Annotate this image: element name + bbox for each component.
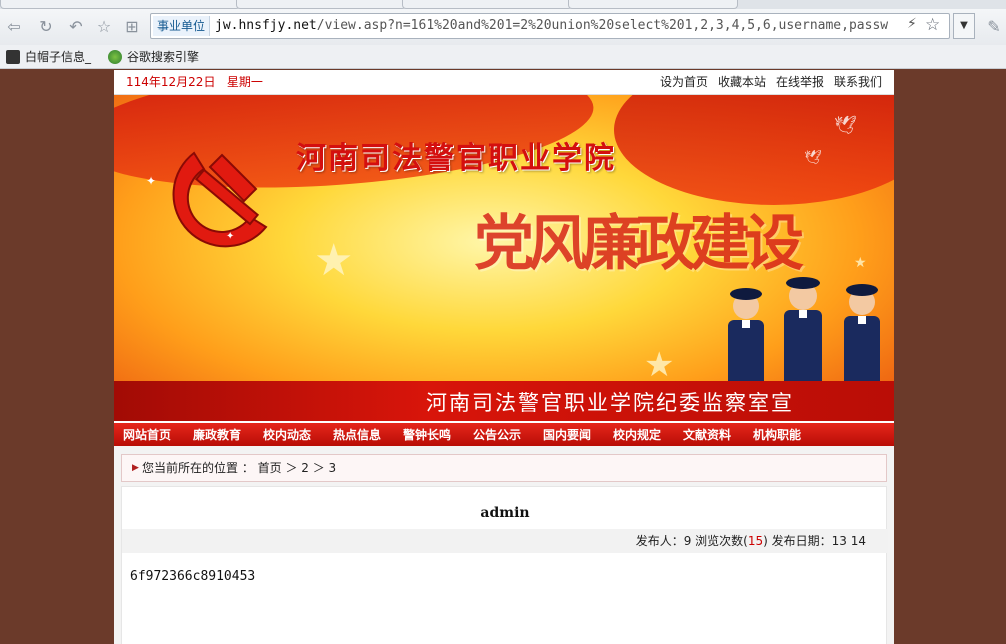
nav-item-documents[interactable]: 文献资料	[683, 426, 731, 443]
top-bar: 114年12月22日 星期一 设为首页 收藏本站 在线举报 联系我们	[114, 70, 894, 95]
nav-item-announcements[interactable]: 公告公示	[473, 426, 521, 443]
banner-slogan: 党风廉政建设	[474, 209, 804, 279]
apps-grid-icon[interactable]: ⊞	[122, 17, 142, 37]
bookmark-label: 白帽子信息_	[25, 50, 92, 64]
link-set-homepage[interactable]: 设为首页	[660, 75, 708, 89]
nav-item-campus-news[interactable]: 校内动态	[263, 426, 311, 443]
nav-item-warning[interactable]: 警钟长鸣	[403, 426, 451, 443]
top-links: 设为首页 收藏本站 在线举报 联系我们	[650, 70, 882, 95]
party-emblem-icon: ✦ ✦	[146, 151, 268, 248]
speed-mode-icon[interactable]: ⚡	[907, 16, 917, 32]
current-date: 114年12月22日 星期一	[126, 75, 263, 89]
bookmark-label: 谷歌搜索引擎	[127, 50, 200, 64]
star-decoration: 🕊	[804, 150, 822, 166]
school-title: 河南司法警官职业学院	[296, 141, 616, 176]
url-path: /view.asp?n=161%20and%201=2%20union%20se…	[316, 18, 889, 33]
svg-text:✦: ✦	[226, 231, 234, 242]
article-meta: 发布人：9 浏览次数(15) 发布日期：13 14	[122, 529, 888, 553]
browser-tab[interactable]	[236, 0, 406, 9]
link-add-favorite[interactable]: 收藏本站	[718, 75, 766, 89]
undo-icon[interactable]: ↶	[66, 17, 86, 37]
address-bar[interactable]: 事业单位 jw.hnsfjy.net/view.asp?n=161%20and%…	[150, 13, 950, 39]
site-category-chip[interactable]: 事业单位	[153, 16, 211, 36]
url-host: jw.hnsfjy.net	[215, 18, 317, 33]
web-page: 114年12月22日 星期一 设为首页 收藏本站 在线举报 联系我们 ✦ ✦ ★ ★ …	[114, 70, 894, 644]
view-count: 15	[747, 534, 764, 548]
star-decoration: ★	[854, 255, 867, 271]
main-navigation: 网站首页 廉政教育 校内动态 热点信息 警钟长鸣 公告公示 国内要闻 校内规定 …	[114, 421, 894, 446]
banner-bottom-text: 河南司法警官职业学院纪委监察室宣	[426, 391, 794, 415]
nav-item-campus-rules[interactable]: 校内规定	[613, 426, 661, 443]
browser-toolbar: ⇦ ↻ ↶ ☆ ⊞ 事业单位 jw.hnsfjy.net/view.asp?n=…	[0, 9, 1006, 45]
browser-tab-strip	[0, 0, 1006, 9]
meta-author: 发布人：9 浏览次数(	[635, 534, 748, 548]
favorite-icon[interactable]: ☆	[94, 17, 114, 37]
tools-wrench-icon[interactable]: ✎	[984, 17, 1004, 37]
article-panel: admin 发布人：9 浏览次数(15) 发布日期：13 14 6f972366…	[121, 486, 888, 644]
star-decoration: ★	[644, 345, 675, 385]
browser-tab[interactable]	[402, 0, 572, 9]
banner-red-flag	[614, 95, 894, 205]
reload-icon[interactable]: ↻	[36, 17, 56, 37]
bookmark-item[interactable]: 白帽子信息_	[6, 48, 91, 66]
bookmark-item[interactable]: 谷歌搜索引擎	[108, 48, 199, 66]
nav-item-national-news[interactable]: 国内要闻	[543, 426, 591, 443]
nav-item-hot-topics[interactable]: 热点信息	[333, 426, 381, 443]
address-dropdown-button[interactable]: ▼	[953, 13, 975, 39]
browser-tab[interactable]	[568, 0, 738, 9]
breadcrumb-text[interactable]: 您当前所在的位置 ： 首页 ＞ 2 ＞ 3	[142, 455, 336, 481]
bookmark-star-icon[interactable]: ☆	[925, 15, 940, 35]
breadcrumb: ▶ 您当前所在的位置 ： 首页 ＞ 2 ＞ 3	[121, 454, 887, 482]
svg-text:✦: ✦	[146, 174, 156, 188]
star-decoration: ★	[314, 235, 354, 286]
hat-icon	[6, 50, 20, 64]
url-text[interactable]: jw.hnsfjy.net/view.asp?n=161%20and%201=2…	[215, 14, 905, 38]
back-icon[interactable]: ⇦	[4, 17, 24, 37]
article-title: admin	[480, 505, 530, 521]
content-area: ▶ 您当前所在的位置 ： 首页 ＞ 2 ＞ 3 admin 发布人：9 浏览次数…	[114, 446, 894, 644]
browser-tab[interactable]	[0, 0, 240, 9]
meta-date: ) 发布日期：13 14	[763, 534, 866, 548]
triangle-right-icon: ▶	[132, 463, 139, 473]
star-decoration: 🕊	[834, 115, 857, 136]
header-banner: ✦ ✦ ★ ★ ★ 🕊 🕊 河南司法警官职业学院 党风廉政建设 河南司法警官职业…	[114, 95, 894, 421]
article-body: 6f972366c8910453	[130, 569, 256, 584]
nav-item-org-functions[interactable]: 机构职能	[753, 426, 801, 443]
google-icon	[108, 50, 122, 64]
nav-item-home[interactable]: 网站首页	[123, 426, 171, 443]
link-contact-us[interactable]: 联系我们	[834, 75, 882, 89]
police-officers-image	[728, 277, 880, 390]
bookmarks-bar: 白帽子信息_ 谷歌搜索引擎	[0, 45, 1006, 69]
link-report-online[interactable]: 在线举报	[776, 75, 824, 89]
nav-item-integrity-education[interactable]: 廉政教育	[193, 426, 241, 443]
